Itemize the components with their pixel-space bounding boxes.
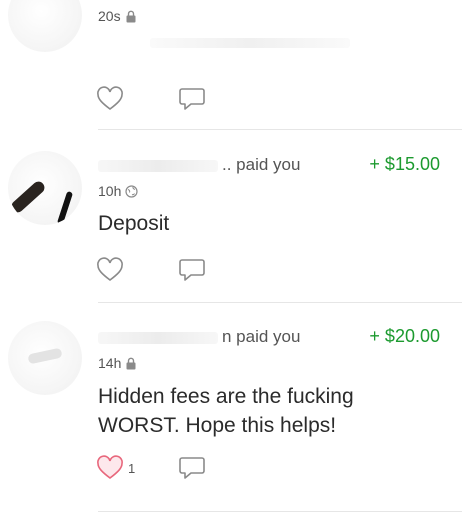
story-headline[interactable]: n paid you — [98, 327, 300, 347]
amount: + $15.00 — [369, 154, 440, 174]
story-headline[interactable]: .. paid you — [98, 155, 300, 175]
story-meta: 10h — [98, 183, 138, 199]
story-actions — [96, 86, 206, 112]
payment-note: Hidden fees are the fucking WORST. Hope … — [98, 385, 354, 437]
headline-text: n paid you — [222, 327, 301, 346]
like-button[interactable]: 1 — [96, 455, 178, 481]
like-button[interactable] — [96, 257, 178, 283]
comment-button[interactable] — [178, 86, 206, 112]
like-button[interactable] — [96, 86, 178, 112]
comment-icon — [178, 86, 206, 112]
feed-story[interactable]: .. paid you + $15.00 10h Deposit — [0, 131, 462, 303]
redacted-note — [150, 38, 350, 48]
avatar[interactable] — [8, 321, 82, 395]
timestamp: 10h — [98, 183, 122, 199]
payment-note: Deposit — [98, 212, 170, 235]
story-meta: 14h — [98, 355, 137, 371]
story-divider — [98, 129, 462, 130]
heart-icon — [96, 86, 124, 112]
lock-icon — [125, 357, 137, 370]
comment-icon — [178, 455, 206, 481]
transaction-feed: 20s .. paid you + $15.00 10h Deposit n p… — [0, 0, 462, 512]
heart-icon — [96, 257, 124, 283]
avatar[interactable] — [8, 151, 82, 225]
story-actions: 1 — [96, 455, 206, 481]
redacted-names — [98, 331, 218, 344]
feed-story[interactable]: n paid you + $20.00 14h Hidden fees are … — [0, 303, 462, 512]
redacted-names — [98, 159, 218, 172]
lock-icon — [125, 10, 137, 23]
comment-icon — [178, 257, 206, 283]
comment-button[interactable] — [178, 455, 206, 481]
like-count: 1 — [128, 460, 136, 476]
headline-text: .. paid you — [222, 155, 301, 174]
heart-icon — [96, 455, 124, 481]
timestamp: 20s — [98, 8, 121, 24]
globe-icon — [125, 184, 138, 198]
story-meta: 20s — [98, 8, 137, 24]
feed-story[interactable]: 20s — [0, 0, 462, 130]
amount: + $20.00 — [369, 326, 440, 346]
avatar[interactable] — [8, 0, 82, 52]
timestamp: 14h — [98, 355, 122, 371]
comment-button[interactable] — [178, 257, 206, 283]
story-actions — [96, 257, 206, 283]
